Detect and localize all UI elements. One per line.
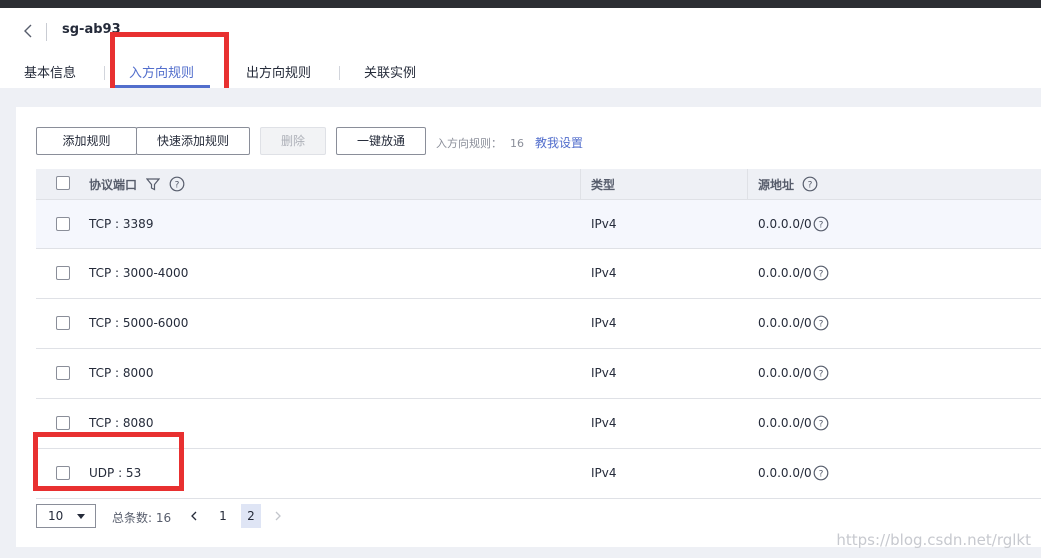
- table-row[interactable]: TCP : 3389 IPv4 0.0.0.0/0 ?: [36, 200, 1041, 249]
- tab-basic-info[interactable]: 基本信息: [24, 62, 76, 81]
- help-link[interactable]: 教我设置: [535, 134, 583, 151]
- one-click-allow-button[interactable]: 一键放通: [336, 127, 426, 155]
- cell-type: IPv4: [591, 416, 617, 430]
- tab-separator: [339, 66, 340, 80]
- row-checkbox[interactable]: [56, 366, 70, 380]
- tab-bar: 基本信息 入方向规则 出方向规则 关联实例: [0, 60, 1041, 88]
- table-row[interactable]: TCP : 8000 IPv4 0.0.0.0/0 ?: [36, 349, 1041, 399]
- cell-source: 0.0.0.0/0: [758, 266, 812, 280]
- svg-text:?: ?: [808, 181, 813, 191]
- table-row[interactable]: TCP : 3000-4000 IPv4 0.0.0.0/0 ?: [36, 249, 1041, 299]
- table-row[interactable]: TCP : 5000-6000 IPv4 0.0.0.0/0 ?: [36, 299, 1041, 349]
- cell-source: 0.0.0.0/0: [758, 316, 812, 330]
- tab-outbound-rules[interactable]: 出方向规则: [246, 62, 311, 81]
- rules-panel: 添加规则 快速添加规则 删除 一键放通 入方向规则： 16 教我设置 协议端口 ?…: [16, 107, 1041, 547]
- help-icon[interactable]: ?: [813, 415, 829, 431]
- pagination: 10 总条数: 16 1 2: [36, 504, 436, 530]
- svg-text:?: ?: [819, 320, 824, 330]
- column-header-type: 类型: [591, 178, 616, 192]
- column-separator: [747, 169, 748, 199]
- cell-protocol-port: TCP : 3000-4000: [89, 266, 189, 280]
- prev-page-chevron-icon[interactable]: [186, 507, 202, 525]
- column-header-protocol-port: 协议端口: [89, 178, 138, 192]
- help-icon[interactable]: ?: [813, 265, 829, 281]
- column-separator: [580, 169, 581, 199]
- help-icon[interactable]: ?: [802, 176, 818, 192]
- svg-text:?: ?: [819, 270, 824, 280]
- column-header-source: 源地址: [758, 178, 795, 192]
- svg-text:?: ?: [819, 470, 824, 480]
- help-icon[interactable]: ?: [813, 465, 829, 481]
- table-row[interactable]: TCP : 8080 IPv4 0.0.0.0/0 ?: [36, 399, 1041, 449]
- select-all-checkbox[interactable]: [56, 176, 70, 190]
- tab-associated-instances[interactable]: 关联实例: [364, 62, 416, 81]
- rule-count-label: 入方向规则：: [436, 137, 502, 150]
- cell-type: IPv4: [591, 366, 617, 380]
- filter-icon[interactable]: [146, 177, 160, 191]
- inbound-rule-count: 入方向规则： 16: [436, 135, 524, 151]
- cell-type: IPv4: [591, 217, 617, 231]
- top-bar: [0, 0, 1041, 8]
- svg-text:?: ?: [819, 370, 824, 380]
- page-number-2[interactable]: 2: [241, 504, 261, 528]
- row-checkbox[interactable]: [56, 316, 70, 330]
- page-size-value: 10: [48, 509, 64, 523]
- page-number-1[interactable]: 1: [213, 504, 233, 528]
- svg-text:?: ?: [819, 221, 824, 231]
- cell-protocol-port: TCP : 8080: [89, 416, 154, 430]
- security-group-name: sg-ab93: [62, 22, 121, 37]
- cell-protocol-port: TCP : 5000-6000: [89, 316, 189, 330]
- row-checkbox[interactable]: [56, 466, 70, 480]
- back-chevron-icon[interactable]: [20, 22, 38, 40]
- help-icon[interactable]: ?: [813, 216, 829, 232]
- cell-protocol-port: UDP : 53: [89, 466, 142, 480]
- delete-button[interactable]: 删除: [260, 127, 326, 155]
- content-background: 添加规则 快速添加规则 删除 一键放通 入方向规则： 16 教我设置 协议端口 ?…: [0, 88, 1041, 558]
- cell-type: IPv4: [591, 266, 617, 280]
- tab-separator: [104, 66, 105, 80]
- help-icon[interactable]: ?: [169, 176, 185, 192]
- page-header: sg-ab93 基本信息 入方向规则 出方向规则 关联实例: [0, 8, 1041, 88]
- watermark: https://blog.csdn.net/rglkt: [836, 531, 1031, 549]
- cell-source: 0.0.0.0/0: [758, 217, 812, 231]
- row-checkbox[interactable]: [56, 217, 70, 231]
- quick-add-rule-button[interactable]: 快速添加规则: [136, 127, 250, 155]
- cell-source: 0.0.0.0/0: [758, 416, 812, 430]
- table-row[interactable]: UDP : 53 IPv4 0.0.0.0/0 ?: [36, 449, 1041, 499]
- cell-source: 0.0.0.0/0: [758, 366, 812, 380]
- help-icon[interactable]: ?: [813, 315, 829, 331]
- cell-protocol-port: TCP : 3389: [89, 217, 154, 231]
- cell-type: IPv4: [591, 466, 617, 480]
- cell-type: IPv4: [591, 316, 617, 330]
- help-icon[interactable]: ?: [813, 365, 829, 381]
- svg-text:?: ?: [175, 181, 180, 191]
- tab-inbound-rules[interactable]: 入方向规则: [129, 62, 194, 81]
- total-count: 总条数: 16: [112, 511, 172, 525]
- rule-count-value: 16: [510, 137, 524, 150]
- page-size-select[interactable]: 10: [36, 504, 96, 528]
- next-page-chevron-icon[interactable]: [270, 507, 286, 525]
- add-rule-button[interactable]: 添加规则: [36, 127, 137, 155]
- row-checkbox[interactable]: [56, 416, 70, 430]
- svg-text:?: ?: [819, 420, 824, 430]
- header-divider: [46, 23, 47, 41]
- row-checkbox[interactable]: [56, 266, 70, 280]
- cell-source: 0.0.0.0/0: [758, 466, 812, 480]
- table-header: 协议端口 ? 类型 源地址 ?: [36, 169, 1041, 200]
- rules-table: 协议端口 ? 类型 源地址 ? TCP : 3389 IPv4 0.0.0.0/…: [36, 169, 1041, 499]
- cell-protocol-port: TCP : 8000: [89, 366, 154, 380]
- caret-down-icon: [77, 514, 85, 519]
